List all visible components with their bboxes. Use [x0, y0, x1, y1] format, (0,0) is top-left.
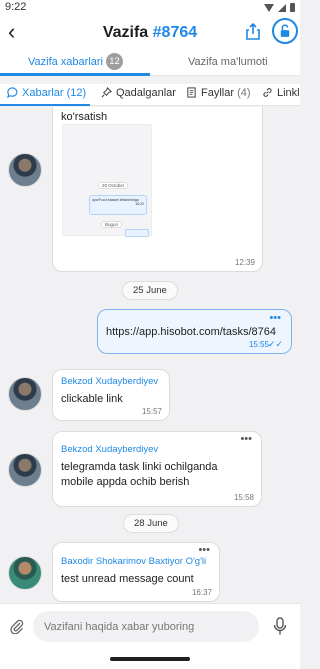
message-menu-icon[interactable]: •••	[198, 545, 210, 556]
date-separator: 25 June	[122, 281, 178, 300]
active-subtab-indicator	[0, 104, 90, 106]
message-text-line2: mobile appda ochib berish	[61, 476, 190, 488]
message-time: 16:37	[191, 588, 212, 597]
share-icon[interactable]	[245, 23, 261, 41]
tab-label: Vazifa xabarlari	[28, 56, 103, 68]
microphone-icon[interactable]	[273, 617, 287, 636]
title-prefix: Vazifa	[102, 24, 149, 41]
message-composer	[0, 603, 300, 648]
signal-icon	[278, 3, 286, 12]
system-nav-bar	[0, 648, 300, 669]
message-bubble[interactable]: ••• Bekzod Xudayberdiyev telegramda task…	[52, 431, 262, 507]
chat-area[interactable]: ko'rsatish 20 October ayorFood bazami te…	[0, 107, 300, 603]
message-link[interactable]: https://app.hisobot.com/tasks/8764	[106, 326, 276, 338]
avatar[interactable]	[8, 153, 42, 187]
active-tab-indicator	[0, 73, 150, 76]
tab-vazifa-malumoti[interactable]: Vazifa ma'lumoti	[188, 50, 268, 76]
subtab-xabarlar[interactable]: Xabarlar (12)	[7, 87, 86, 99]
status-time: 9:22	[5, 1, 27, 13]
wifi-icon	[264, 3, 274, 12]
lock-icon[interactable]	[272, 18, 298, 44]
paperclip-icon[interactable]	[9, 618, 25, 634]
message-time: 12:39	[234, 258, 255, 267]
battery-icon	[290, 3, 295, 12]
tab-label: Vazifa ma'lumoti	[188, 56, 268, 68]
message-bubble[interactable]: ko'rsatish 20 October ayorFood bazami te…	[52, 107, 263, 272]
subtab-qadalganlar[interactable]: Qadalganlar	[101, 87, 176, 99]
message-text: test unread message count	[61, 573, 194, 585]
avatar[interactable]	[8, 556, 42, 590]
unread-badge: 12	[106, 53, 123, 70]
subtab-fayllar[interactable]: Fayllar (4)	[186, 87, 251, 99]
read-ticks-icon: ✓✓	[267, 339, 283, 349]
message-time: 15:57	[141, 407, 162, 416]
message-author[interactable]: Bekzod Xudayberdiyev	[61, 376, 158, 387]
status-bar: 9:22	[0, 0, 300, 16]
chat-bubble-icon	[7, 87, 18, 98]
message-time: 15:55	[248, 340, 269, 349]
message-text: clickable link	[61, 393, 123, 405]
message-bubble[interactable]: ••• Baxodir Shokarimov Baxtiyor O'g'li t…	[52, 542, 220, 602]
task-number: #8764	[152, 24, 198, 41]
home-indicator[interactable]	[110, 657, 190, 661]
pin-icon	[101, 87, 112, 98]
message-text: ko'rsatish	[61, 111, 108, 123]
link-icon	[263, 88, 272, 97]
app-header: ‹ Vazifa #8764	[0, 16, 300, 50]
outgoing-message-bubble[interactable]: ••• https://app.hisobot.com/tasks/8764 1…	[97, 309, 292, 354]
subtab-linklar[interactable]: Linkl	[262, 87, 300, 99]
message-text-line1: telegramda task linki ochilganda	[61, 461, 218, 473]
avatar[interactable]	[8, 453, 42, 487]
document-icon	[187, 87, 196, 98]
message-author[interactable]: Baxodir Shokarimov Baxtiyor O'g'li	[61, 556, 206, 567]
message-bubble[interactable]: Bekzod Xudayberdiyev clickable link 15:5…	[52, 369, 170, 421]
date-separator: 28 June	[123, 514, 179, 533]
avatar[interactable]	[8, 377, 42, 411]
message-menu-icon[interactable]: •••	[269, 313, 281, 324]
message-time: 15:58	[233, 493, 254, 502]
message-menu-icon[interactable]: •••	[240, 434, 252, 445]
attachment-image[interactable]: 20 October ayorFood bazami tekshirishga 1…	[62, 124, 152, 237]
message-author[interactable]: Bekzod Xudayberdiyev	[61, 444, 158, 455]
message-input[interactable]	[33, 611, 259, 642]
sub-tabs: Xabarlar (12) Qadalganlar Fayllar (4) Li…	[0, 84, 300, 106]
